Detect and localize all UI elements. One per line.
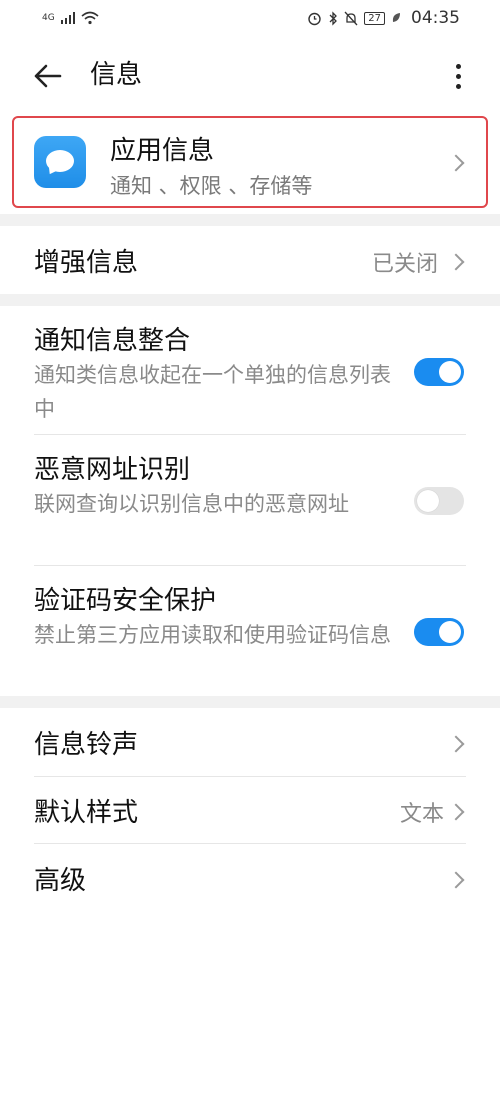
wifi-icon <box>81 11 99 25</box>
chevron-right-icon <box>447 253 465 271</box>
page-title: 信息 <box>90 60 143 90</box>
toggle-label: 验证码安全保护 <box>34 586 217 616</box>
default-style-label: 默认样式 <box>34 798 139 828</box>
chevron-right-icon <box>447 735 465 753</box>
clock-time: 04:35 <box>411 8 460 28</box>
advanced-label: 高级 <box>34 866 87 896</box>
default-style-value: 文本 <box>399 802 444 827</box>
section-divider <box>0 214 500 226</box>
enhanced-info-label: 增强信息 <box>34 248 139 278</box>
advanced-row[interactable]: 高级 <box>0 844 500 912</box>
chevron-right-icon <box>447 803 465 821</box>
alarm-icon <box>308 12 321 25</box>
status-left: 4G <box>42 11 99 25</box>
ringtone-label: 信息铃声 <box>34 730 139 760</box>
message-ringtone-row[interactable]: 信息铃声 <box>0 708 500 776</box>
mute-icon <box>344 11 358 25</box>
leaf-icon <box>392 13 400 22</box>
malicious-url-row: 恶意网址识别 联网查询以识别信息中的恶意网址 <box>0 435 500 565</box>
status-right: 27 04:35 <box>307 8 460 28</box>
highlight-frame <box>12 116 488 208</box>
section-divider <box>0 696 500 708</box>
malicious-url-switch[interactable] <box>414 487 464 515</box>
default-style-row[interactable]: 默认样式 文本 <box>0 777 500 843</box>
code-protection-switch[interactable] <box>414 618 464 646</box>
code-protection-row: 验证码安全保护 禁止第三方应用读取和使用验证码信息 <box>0 566 500 696</box>
toggle-label: 恶意网址识别 <box>34 455 191 485</box>
bluetooth-icon <box>329 10 338 26</box>
battery-icon: 27 <box>364 11 385 25</box>
toggle-description: 通知类信息收起在一个单独的信息列表中 <box>34 363 391 421</box>
back-arrow-icon <box>34 64 62 88</box>
toggle-description: 联网查询以识别信息中的恶意网址 <box>34 492 349 516</box>
section-divider <box>0 294 500 306</box>
notification-merge-switch[interactable] <box>414 358 464 386</box>
toggle-label: 通知信息整合 <box>34 326 191 356</box>
notification-merge-row: 通知信息整合 通知类信息收起在一个单独的信息列表中 <box>0 306 500 434</box>
more-options-button[interactable] <box>440 56 476 96</box>
status-bar: 4G 27 04:35 <box>0 0 500 36</box>
enhanced-info-row[interactable]: 增强信息 已关闭 <box>0 226 500 294</box>
network-type: 4G <box>42 13 55 23</box>
signal-icon <box>60 12 75 24</box>
back-button[interactable] <box>30 56 70 96</box>
toggle-description: 禁止第三方应用读取和使用验证码信息 <box>34 623 391 647</box>
app-bar: 信息 <box>0 40 500 110</box>
chevron-right-icon <box>447 871 465 889</box>
enhanced-info-value: 已关闭 <box>371 252 438 277</box>
